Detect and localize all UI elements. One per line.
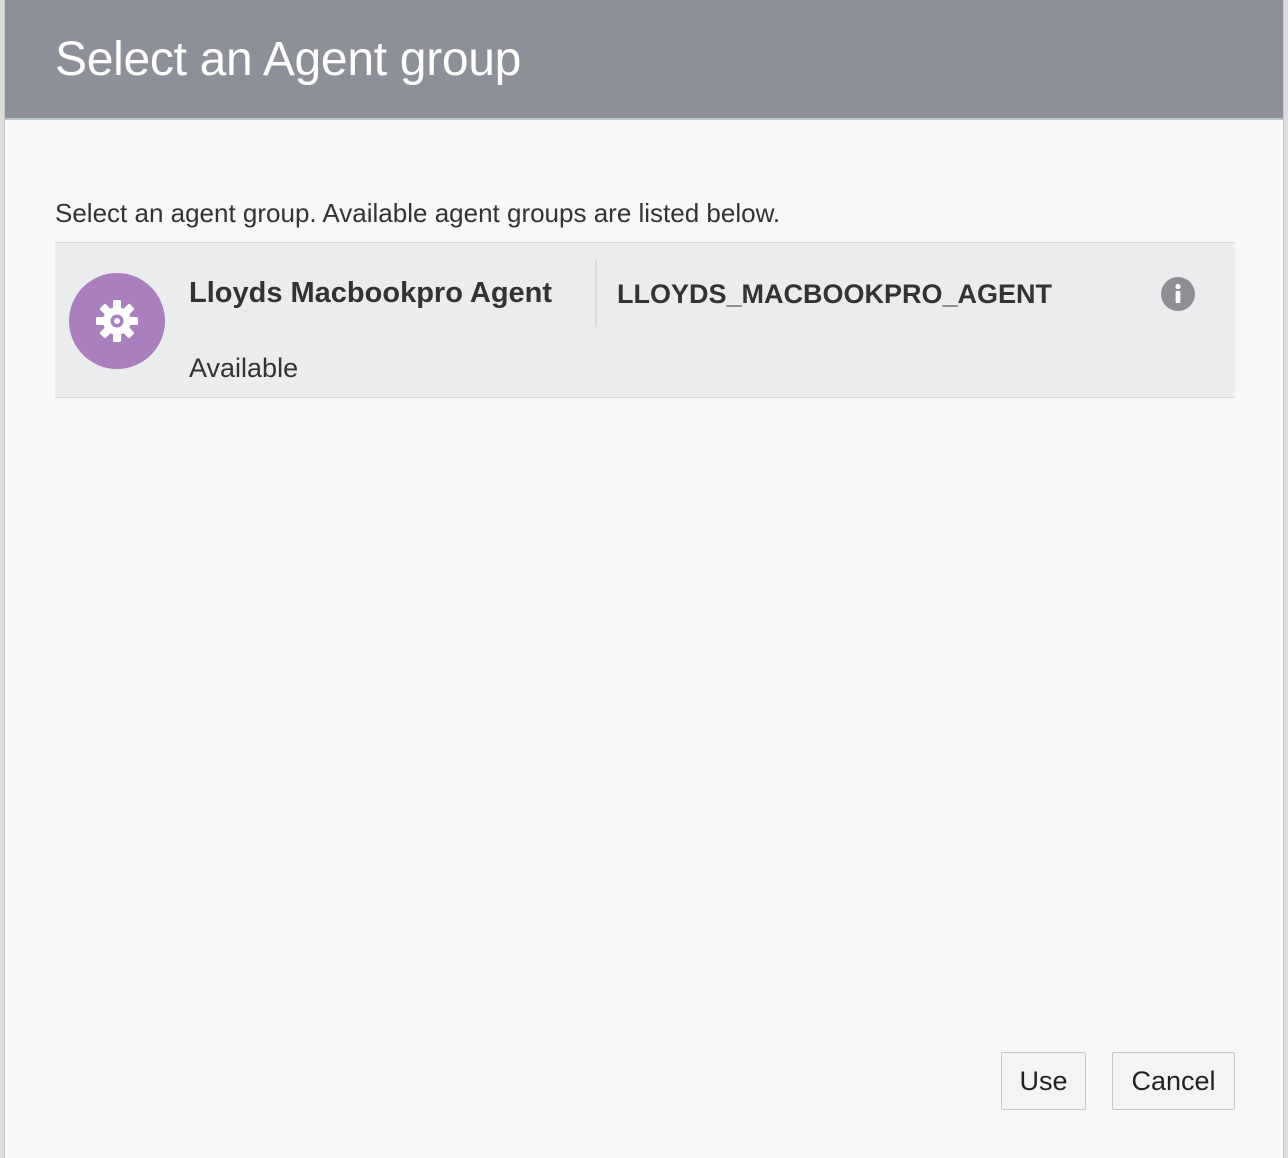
agent-group-list-item[interactable]: Lloyds Macbookpro Agent LLOYDS_MACBOOKPR… (55, 242, 1235, 398)
agent-group-name: Lloyds Macbookpro Agent (189, 277, 553, 309)
dialog-header: Select an Agent group (5, 0, 1283, 120)
background-page-edge-right (1284, 0, 1288, 1158)
use-button[interactable]: Use (1001, 1052, 1086, 1110)
info-icon[interactable] (1161, 277, 1195, 311)
gear-icon (96, 300, 138, 342)
cancel-button[interactable]: Cancel (1112, 1052, 1235, 1110)
dialog-instructions: Select an agent group. Available agent g… (55, 198, 781, 228)
dialog-title: Select an Agent group (55, 33, 522, 86)
agent-group-code: LLOYDS_MACBOOKPRO_AGENT (617, 279, 1053, 309)
agent-avatar (69, 273, 165, 369)
agent-group-status: Available (189, 353, 299, 383)
agent-group-list: Lloyds Macbookpro Agent LLOYDS_MACBOOKPR… (55, 242, 1235, 398)
agent-group-dialog: Select an Agent group Select an agent gr… (4, 0, 1284, 1158)
agent-divider (595, 261, 597, 327)
